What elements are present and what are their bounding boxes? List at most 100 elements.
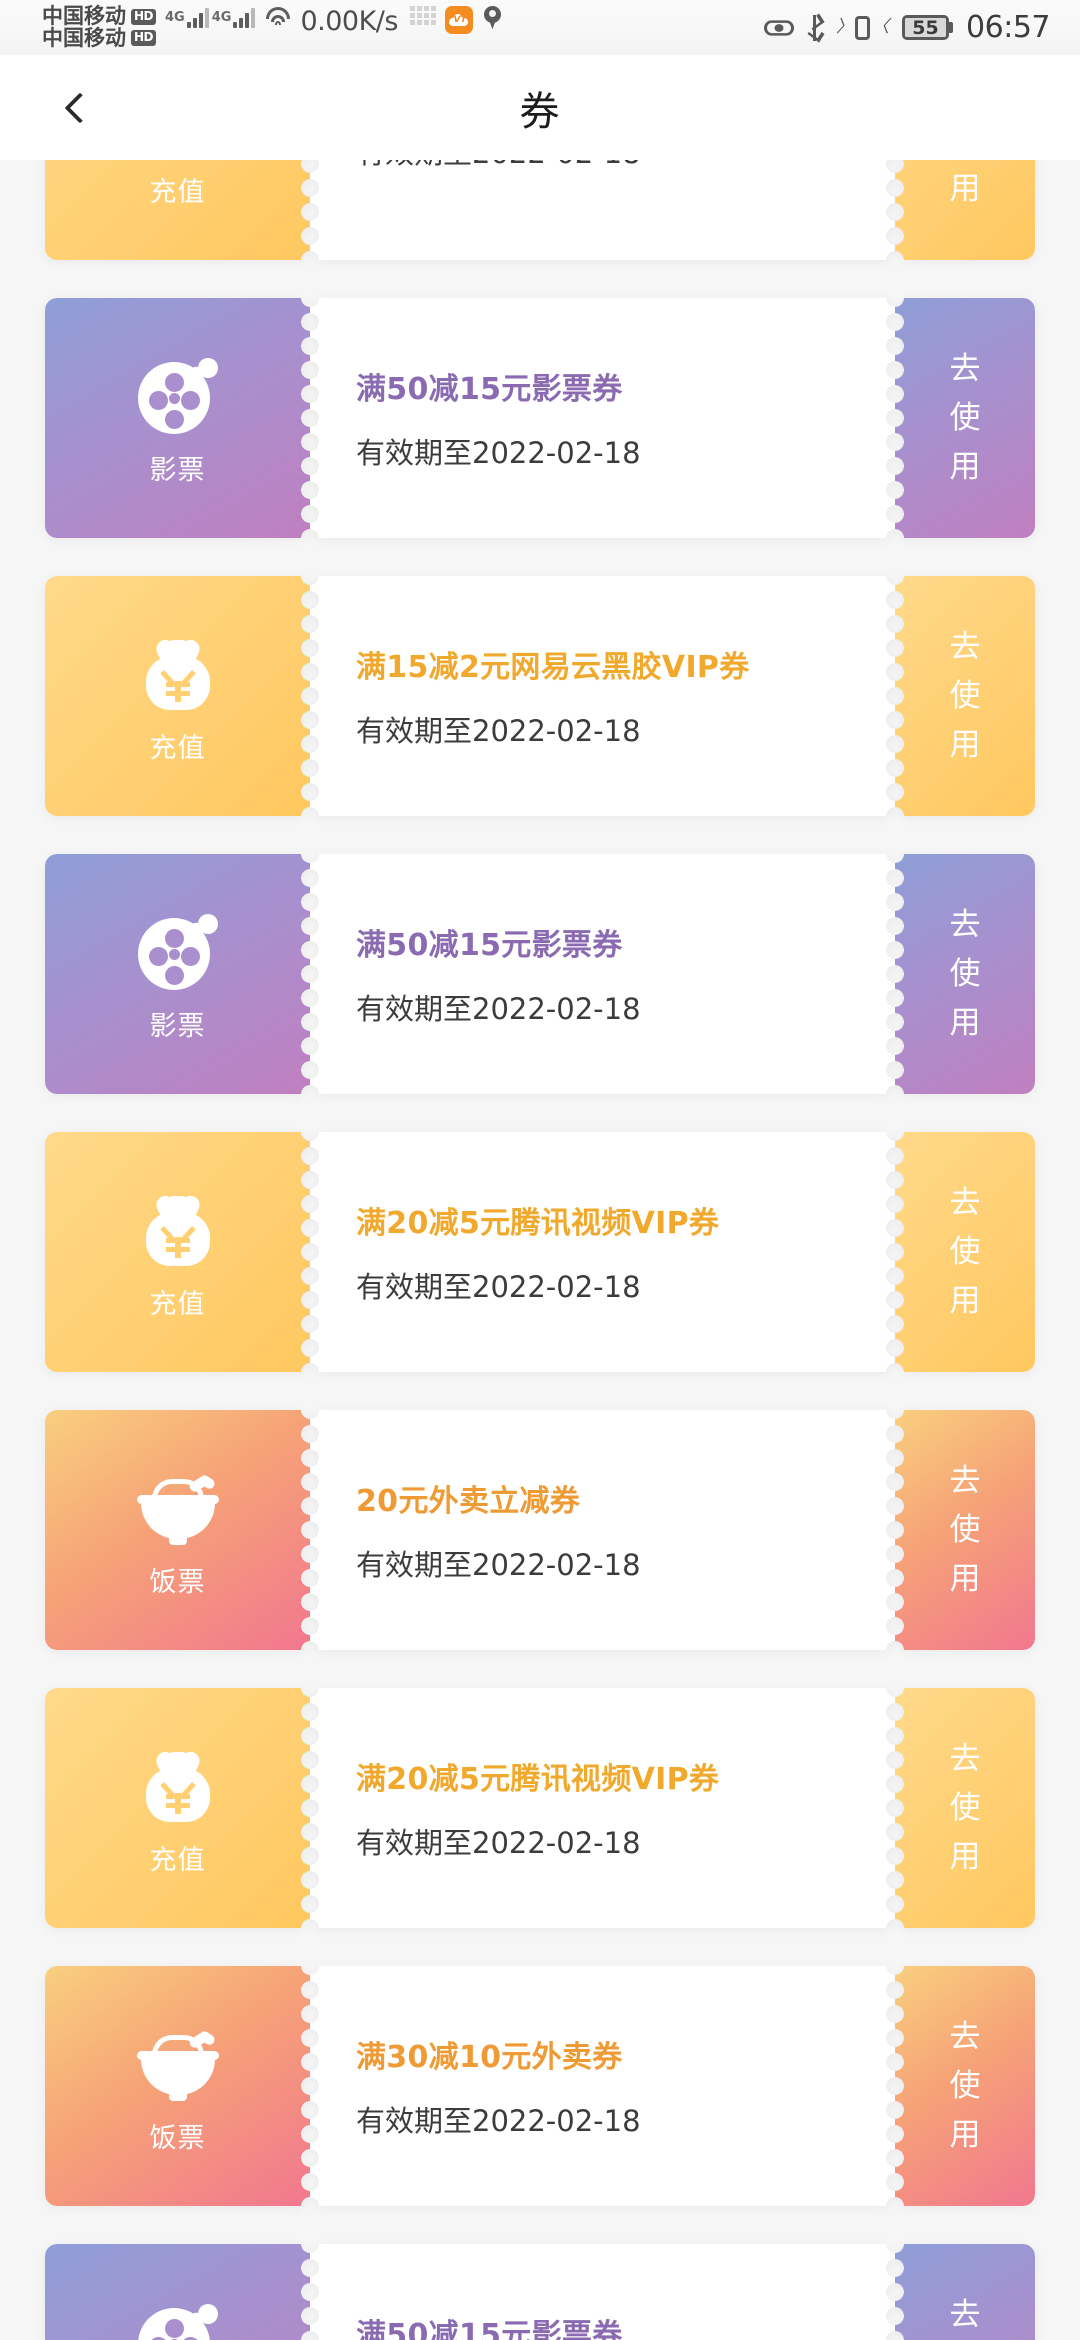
carrier-name-sim1: 中国移动 (42, 4, 126, 29)
reel-hole (180, 390, 200, 410)
chevron-left-icon (64, 91, 96, 124)
coupon-category-label: 充值 (149, 1288, 206, 1320)
use-button-char: 用 (949, 1282, 981, 1319)
coupon-title: 满20减5元腾讯视频VIP券 (356, 1206, 720, 1241)
battery-percent-label: 55 (905, 17, 947, 39)
keyboard-grid-icon (409, 6, 436, 26)
hd-badge-sim2: HD (131, 30, 157, 47)
coupon-icon-wrap (132, 1462, 224, 1554)
page-title: 券 (519, 88, 561, 135)
coupon-category-tab: 影票 (45, 854, 310, 1094)
use-button-char: 去 (949, 1462, 981, 1499)
yen-symbol (159, 1781, 196, 1814)
money-bag-icon (138, 634, 218, 714)
coupon-category-label: 饭票 (149, 2122, 206, 2154)
reel-hole (180, 946, 200, 966)
coupon-icon-wrap (132, 2296, 224, 2340)
bowl-body (140, 2054, 215, 2095)
vt-app-text: VT (453, 15, 467, 26)
coupon-card[interactable]: 充值 满20减5元腾讯视频VIP券 有效期至2022-02-18 去使用 (45, 1688, 1035, 1928)
coupon-card[interactable]: 影票满50减15元影票券有效期至2022-02-18去使用 (45, 2244, 1035, 2340)
coupon-expiry: 有效期至2022-02-18 (356, 1826, 641, 1860)
use-button-char: 去 (949, 2296, 981, 2333)
use-button-char: 使 (949, 955, 981, 992)
use-coupon-button[interactable]: 去使用 (895, 2244, 1035, 2340)
use-coupon-button[interactable]: 去使用 (895, 576, 1035, 816)
status-bar-right: 〉 〈 55 06:57 (764, 10, 1080, 45)
coupon-category-tab: 饭票 (45, 1966, 310, 2206)
page-header: 券 (0, 55, 1080, 160)
coupon-card[interactable]: 充值 满15减2元网易云黑胶VIP券 有效期至2022-02-18 去使用 (45, 576, 1035, 816)
coupon-card[interactable]: 充值 有效期至2022-02-18去使用 (45, 160, 1035, 260)
use-button-char: 去 (949, 2018, 981, 2055)
coupon-list-inner: 充值有效期至2022-02-18去使用影票满50减15元影票券有效期至2022-… (0, 160, 1080, 2340)
reel-hole (164, 2318, 184, 2338)
vegetable-garnish (189, 1471, 215, 1497)
vibrate-wave-right: 〈 (872, 17, 890, 37)
use-coupon-button[interactable]: 去使用 (895, 1688, 1035, 1928)
use-coupon-button[interactable]: 去使用 (895, 1132, 1035, 1372)
network-type-label-2: 4G (211, 10, 232, 26)
coupon-expiry: 有效期至2022-02-18 (356, 992, 641, 1026)
signal-unit-sim2: 4G (211, 6, 256, 29)
use-coupon-button[interactable]: 去使用 (895, 298, 1035, 538)
battery-body: 55 (902, 15, 950, 40)
coupon-category-tab: 充值 (45, 1132, 310, 1372)
use-button-char: 去 (949, 906, 981, 943)
reel-hole (148, 946, 168, 966)
phone-screen: 中国移动 HD 中国移动 HD 4G 4G 0.00K/s VT 〉 〈 55 … (0, 0, 1080, 2340)
coupon-expiry: 有效期至2022-02-18 (356, 714, 641, 748)
coupon-body: 满30减10元外卖券 有效期至2022-02-18 (310, 1966, 895, 2206)
network-type-label-1: 4G (165, 10, 185, 26)
coupon-card[interactable]: 饭票 20元外卖立减券 有效期至2022-02-18 去使用 (45, 1410, 1035, 1650)
clock-label: 06:57 (966, 10, 1050, 45)
coupon-body: 满20减5元腾讯视频VIP券 有效期至2022-02-18 (310, 1688, 895, 1928)
carrier-row-sim1: 中国移动 HD (42, 4, 157, 29)
use-coupon-button[interactable]: 去使用 (895, 1410, 1035, 1650)
coupon-body: 满50减15元影票券有效期至2022-02-18 (310, 2244, 895, 2340)
location-pin-icon (483, 6, 501, 30)
coupon-icon-wrap (132, 1740, 224, 1832)
reel-hole (148, 390, 168, 410)
reel-center-hole (168, 392, 180, 404)
coupon-expiry: 有效期至2022-02-18 (356, 160, 895, 172)
coupon-title: 满15减2元网易云黑胶VIP券 (356, 650, 750, 685)
coupon-card[interactable]: 充值 满20减5元腾讯视频VIP券 有效期至2022-02-18 去使用 (45, 1132, 1035, 1372)
coupon-card[interactable]: 饭票 满30减10元外卖券 有效期至2022-02-18 去使用 (45, 1966, 1035, 2206)
coupon-card[interactable]: 影票 满50减15元影票券有效期至2022-02-18 去使用 (45, 854, 1035, 1094)
use-button-char: 使 (949, 1789, 981, 1826)
bluetooth-icon (807, 13, 825, 42)
coupon-category-tab: 充值 (45, 576, 310, 816)
vibrate-phone-body (855, 15, 871, 40)
reel-hole (164, 928, 184, 948)
coupon-body: 满50减15元影票券有效期至2022-02-18 (310, 298, 895, 538)
coupon-list[interactable]: 充值有效期至2022-02-18去使用影票满50减15元影票券有效期至2022-… (0, 160, 1080, 2340)
use-coupon-button[interactable]: 去使用 (895, 854, 1035, 1094)
film-reel-icon (136, 910, 220, 994)
yen-symbol (159, 1225, 196, 1258)
coupon-body: 满20减5元腾讯视频VIP券 有效期至2022-02-18 (310, 1132, 895, 1372)
use-button-char: 用 (949, 2116, 981, 2153)
use-coupon-button[interactable]: 去使用 (895, 160, 1035, 260)
coupon-title: 满50减15元影票券 (356, 2318, 623, 2340)
use-button-char: 使 (949, 1233, 981, 1270)
coupon-card[interactable]: 影票满50减15元影票券有效期至2022-02-18去使用 (45, 298, 1035, 538)
coupon-icon-wrap (132, 906, 224, 998)
coupon-icon-wrap (132, 2018, 224, 2110)
coupon-title: 满50减15元影票券 (356, 928, 623, 963)
coupon-category-tab: 充值 (45, 1688, 310, 1928)
use-button-char: 用 (949, 448, 981, 485)
use-button-char: 用 (949, 726, 981, 763)
back-button[interactable] (52, 80, 108, 136)
use-button-char: 用 (949, 170, 981, 207)
yen-symbol (159, 669, 196, 702)
bowl-body (140, 1498, 215, 1539)
film-reel-icon (136, 354, 220, 438)
use-button-char: 使 (949, 677, 981, 714)
coupon-category-label: 充值 (149, 176, 206, 208)
use-coupon-button[interactable]: 去使用 (895, 1966, 1035, 2206)
coupon-category-tab: 影票 (45, 298, 310, 538)
signal-unit-sim1: 4G (165, 6, 209, 29)
money-bag-icon (138, 1190, 218, 1270)
carrier-stack: 中国移动 HD 中国移动 HD (42, 4, 157, 49)
